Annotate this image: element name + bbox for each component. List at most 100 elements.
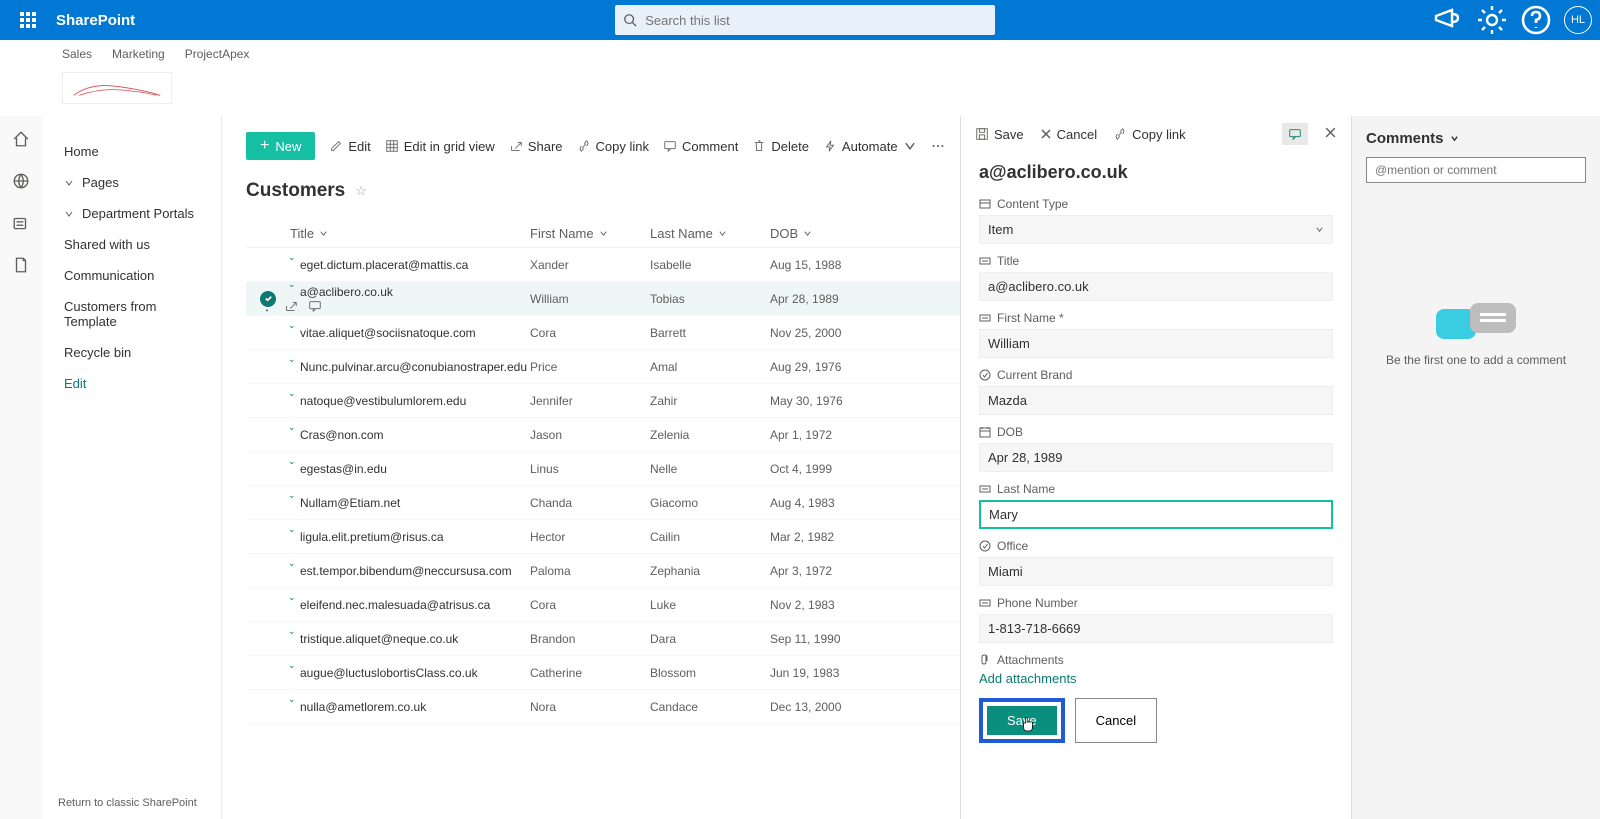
edit-button[interactable]: Edit: [329, 139, 370, 154]
hub-nav: Sales Marketing ProjectApex: [0, 40, 1600, 68]
row-first-name: Jason: [530, 428, 650, 442]
title-field[interactable]: a@aclibero.co.uk: [979, 272, 1333, 301]
globe-icon[interactable]: [12, 172, 30, 190]
nav-item[interactable]: Department Portals: [42, 198, 221, 229]
hub-link[interactable]: Marketing: [112, 47, 165, 61]
col-header-last-name[interactable]: Last Name: [650, 226, 770, 241]
row-title: Nunc.pulvinar.arcu@conubianostraper.edu: [300, 360, 527, 374]
cancel-button[interactable]: Cancel: [1075, 698, 1157, 743]
delete-button[interactable]: Delete: [752, 139, 809, 154]
row-title: Nullam@Etiam.net: [300, 496, 400, 510]
favorite-star-icon[interactable]: ☆: [355, 183, 367, 199]
panel-comments-toggle[interactable]: [1282, 123, 1308, 145]
row-last-name: Giacomo: [650, 496, 770, 510]
row-dob: Oct 4, 1999: [770, 462, 890, 476]
comment-icon[interactable]: [308, 299, 322, 313]
row-title: augue@luctuslobortisClass.co.uk: [300, 666, 478, 680]
file-icon[interactable]: [12, 256, 30, 274]
panel-title: a@aclibero.co.uk: [979, 162, 1333, 183]
panel-command-bar: Save Cancel Copy link: [961, 116, 1351, 152]
office-field[interactable]: Miami: [979, 557, 1333, 586]
row-title: est.tempor.bibendum@neccursusa.com: [300, 564, 512, 578]
automate-button[interactable]: Automate: [823, 139, 917, 154]
nav-item[interactable]: Edit: [42, 368, 221, 399]
row-dob: Apr 3, 1972: [770, 564, 890, 578]
share-icon[interactable]: [284, 299, 298, 313]
comments-header[interactable]: Comments: [1366, 130, 1586, 147]
row-dob: Mar 2, 1982: [770, 530, 890, 544]
comment-button[interactable]: Comment: [663, 139, 738, 154]
last-name-field[interactable]: Mary: [979, 500, 1333, 529]
new-button[interactable]: +New: [246, 132, 315, 160]
row-title: natoque@vestibulumlorem.edu: [300, 394, 466, 408]
close-icon[interactable]: [1324, 126, 1337, 142]
first-name-field[interactable]: William: [979, 329, 1333, 358]
chevron-down-icon: [64, 209, 74, 219]
row-dob: Sep 11, 1990: [770, 632, 890, 646]
col-header-dob[interactable]: DOB: [770, 226, 890, 241]
hub-link[interactable]: Sales: [62, 47, 92, 61]
row-first-name: Price: [530, 360, 650, 374]
hub-link[interactable]: ProjectApex: [185, 47, 250, 61]
dob-field[interactable]: Apr 28, 1989: [979, 443, 1333, 472]
row-first-name: Xander: [530, 258, 650, 272]
row-first-name: Nora: [530, 700, 650, 714]
news-icon[interactable]: [12, 214, 30, 232]
row-last-name: Luke: [650, 598, 770, 612]
nav-item[interactable]: Customers from Template: [42, 291, 221, 337]
row-dob: May 30, 1976: [770, 394, 890, 408]
row-dob: Aug 29, 1976: [770, 360, 890, 374]
more-icon[interactable]: [260, 299, 274, 313]
help-icon[interactable]: [1520, 4, 1552, 36]
panel-cancel-button[interactable]: Cancel: [1040, 127, 1097, 142]
comment-input[interactable]: [1366, 157, 1586, 183]
classic-link[interactable]: Return to classic SharePoint: [58, 797, 197, 809]
copy-link-button[interactable]: Copy link: [577, 139, 649, 154]
grid-view-button[interactable]: Edit in grid view: [385, 139, 495, 154]
phone-field[interactable]: 1-813-718-6669: [979, 614, 1333, 643]
nav-item[interactable]: Communication: [42, 260, 221, 291]
suite-bar: SharePoint HL: [0, 0, 1600, 40]
current-brand-field[interactable]: Mazda: [979, 386, 1333, 415]
comments-empty-text: Be the first one to add a comment: [1366, 353, 1586, 367]
row-last-name: Tobias: [650, 292, 770, 306]
row-first-name: Catherine: [530, 666, 650, 680]
nav-item[interactable]: Shared with us: [42, 229, 221, 260]
panel-save-button[interactable]: Save: [975, 127, 1024, 142]
app-rail: [0, 116, 42, 819]
save-button[interactable]: Save: [987, 706, 1057, 735]
site-logo[interactable]: [62, 72, 172, 104]
content-type-select[interactable]: Item: [979, 215, 1333, 244]
search-input[interactable]: [645, 13, 987, 28]
field-label: Office: [979, 539, 1333, 553]
gear-icon[interactable]: [1476, 4, 1508, 36]
nav-item[interactable]: Pages: [42, 167, 221, 198]
field-label: Phone Number: [979, 596, 1333, 610]
row-title: tristique.aliquet@neque.co.uk: [300, 632, 458, 646]
edit-panel: Save Cancel Copy link a@aclibero.co.uk C…: [960, 116, 1600, 819]
row-last-name: Blossom: [650, 666, 770, 680]
col-header-first-name[interactable]: First Name: [530, 226, 650, 241]
megaphone-icon[interactable]: [1432, 4, 1464, 36]
row-last-name: Barrett: [650, 326, 770, 340]
col-header-title[interactable]: Title: [290, 226, 530, 241]
row-last-name: Amal: [650, 360, 770, 374]
nav-item[interactable]: Home: [42, 136, 221, 167]
field-label: Attachments: [979, 653, 1333, 667]
home-icon[interactable]: [12, 130, 30, 148]
add-attachments-link[interactable]: Add attachments: [979, 671, 1333, 686]
row-dob: Aug 15, 1988: [770, 258, 890, 272]
row-dob: Nov 2, 1983: [770, 598, 890, 612]
panel-copy-link-button[interactable]: Copy link: [1113, 127, 1185, 142]
row-first-name: Cora: [530, 598, 650, 612]
row-title: ligula.elit.pretium@risus.ca: [300, 530, 444, 544]
nav-item[interactable]: Recycle bin: [42, 337, 221, 368]
app-launcher-icon[interactable]: [8, 0, 48, 40]
row-last-name: Candace: [650, 700, 770, 714]
share-button[interactable]: Share: [509, 139, 563, 154]
avatar[interactable]: HL: [1564, 6, 1592, 34]
search-box[interactable]: [615, 5, 995, 35]
row-last-name: Zahir: [650, 394, 770, 408]
overflow-button[interactable]: [931, 139, 945, 153]
field-label: Title: [979, 254, 1333, 268]
